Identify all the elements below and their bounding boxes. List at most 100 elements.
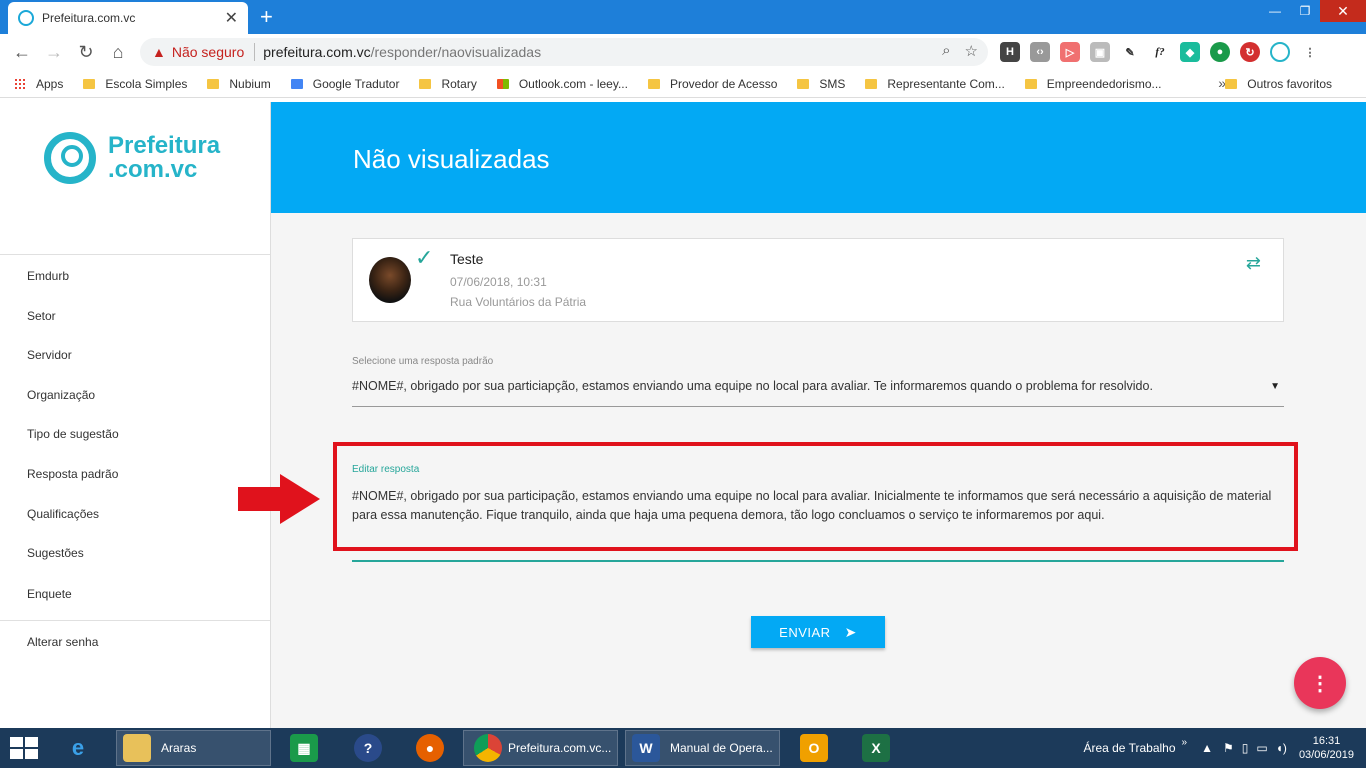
- sidebar-item-tipo-sugestao[interactable]: Tipo de sugestão: [27, 427, 119, 441]
- browser-toolbar: ← → ↻ ⌂ ▲ Não seguro prefeitura.com.vc /…: [0, 34, 1366, 70]
- extension-cast-icon[interactable]: ▷: [1060, 42, 1080, 62]
- send-button[interactable]: ENVIAR ➤: [751, 616, 885, 648]
- divider: [0, 620, 270, 621]
- folder-icon: [1225, 79, 1238, 89]
- page-title: Não visualizadas: [353, 144, 550, 174]
- extension-badge-icon[interactable]: ●: [1210, 42, 1230, 62]
- bookmark-item[interactable]: Google Tradutor: [290, 77, 399, 91]
- volume-icon[interactable]: ◖): [1276, 741, 1287, 755]
- send-icon: ➤: [844, 623, 857, 640]
- extension-circle-icon[interactable]: [1270, 42, 1290, 62]
- extension-h-icon[interactable]: H: [1000, 42, 1020, 62]
- other-bookmarks[interactable]: Outros favoritos: [1225, 77, 1332, 91]
- system-tray: Área de Trabalho » ▲ ⚑ ▯ ▭ ◖) 16:31 03/0…: [1083, 728, 1354, 768]
- sidebar-item-emdurb[interactable]: Emdurb: [27, 269, 69, 283]
- excel-icon[interactable]: X: [862, 730, 890, 766]
- sidebar-item-resposta-padrao[interactable]: Resposta padrão: [27, 467, 118, 481]
- taskbar-item-chrome[interactable]: Prefeitura.com.vc...: [463, 730, 618, 766]
- folder-icon: [83, 78, 96, 89]
- windows-start-icon[interactable]: [10, 737, 38, 759]
- bookmarks-bar: Apps Escola Simples Nubium Google Tradut…: [0, 70, 1366, 98]
- bookmark-item[interactable]: Empreendedorismo...: [1024, 77, 1162, 91]
- menu-icon[interactable]: ⋮: [1300, 42, 1320, 62]
- zoom-icon[interactable]: ⌕: [942, 42, 950, 60]
- folder-icon: [647, 78, 660, 89]
- bookmark-item[interactable]: Rotary: [419, 77, 477, 91]
- help-icon[interactable]: ?: [354, 730, 382, 766]
- site-favicon-icon: [18, 10, 34, 26]
- avatar: [369, 257, 411, 303]
- extension-shield-icon[interactable]: ◆: [1180, 42, 1200, 62]
- url-host: prefeitura.com.vc: [263, 44, 371, 60]
- sidebar-item-sugestoes[interactable]: Sugestões: [27, 546, 84, 560]
- bookmark-item[interactable]: Nubium: [207, 77, 271, 91]
- browser-tabstrip: Prefeitura.com.vc ✕ + — ❐ ✕: [0, 0, 1366, 34]
- folder-icon: [1024, 78, 1037, 89]
- flag-icon[interactable]: ⚑: [1223, 741, 1234, 755]
- tray-arrow-icon[interactable]: ▲: [1201, 741, 1213, 755]
- app-logo[interactable]: Prefeitura .com.vc: [44, 132, 220, 184]
- firefox-icon[interactable]: ●: [416, 730, 444, 766]
- store-icon[interactable]: ▦: [290, 730, 318, 766]
- swap-icon[interactable]: ⇄: [1246, 253, 1261, 274]
- card-title: Teste: [450, 251, 484, 267]
- folder-icon: [123, 734, 151, 762]
- tab-title: Prefeitura.com.vc: [42, 11, 136, 25]
- bookmark-item[interactable]: Apps: [14, 77, 63, 91]
- internet-explorer-icon[interactable]: e: [64, 730, 92, 766]
- sidebar-item-servidor[interactable]: Servidor: [27, 348, 72, 362]
- card-address: Rua Voluntários da Pátria: [450, 295, 587, 309]
- forward-icon[interactable]: →: [38, 42, 70, 63]
- sidebar-item-setor[interactable]: Setor: [27, 309, 56, 323]
- new-tab-button[interactable]: +: [260, 4, 273, 30]
- bookmark-item[interactable]: Escola Simples: [83, 77, 187, 91]
- outlook-icon[interactable]: O: [800, 730, 828, 766]
- extension-sync-icon[interactable]: ↻: [1240, 42, 1260, 62]
- fab-menu-button[interactable]: ⋮: [1294, 657, 1346, 709]
- default-response-select[interactable]: #NOME#, obrigado por sua particiapção, e…: [352, 379, 1284, 407]
- extension-video-icon[interactable]: ▣: [1090, 42, 1110, 62]
- minimize-icon[interactable]: —: [1260, 0, 1290, 22]
- clock[interactable]: 16:31 03/06/2019: [1299, 734, 1354, 762]
- check-icon: ✓: [415, 245, 434, 270]
- address-bar[interactable]: ▲ Não seguro prefeitura.com.vc /responde…: [140, 38, 988, 66]
- network-icon[interactable]: ▭: [1256, 741, 1267, 755]
- warning-icon: ▲: [152, 44, 166, 60]
- edit-response-textarea[interactable]: #NOME#, obrigado por sua participação, e…: [352, 487, 1284, 525]
- desktop-label[interactable]: Área de Trabalho: [1083, 741, 1175, 755]
- browser-tab[interactable]: Prefeitura.com.vc ✕: [8, 2, 248, 34]
- chrome-icon: [474, 734, 502, 762]
- back-icon[interactable]: ←: [6, 42, 38, 63]
- bookmark-item[interactable]: Provedor de Acesso: [647, 77, 777, 91]
- sidebar-item-qualificacoes[interactable]: Qualificações: [27, 507, 99, 521]
- logo-icon: [44, 132, 96, 184]
- sidebar-item-enquete[interactable]: Enquete: [27, 587, 72, 601]
- chevron-icon[interactable]: »: [1182, 737, 1188, 748]
- select-value: #NOME#, obrigado por sua particiapção, e…: [352, 379, 1153, 393]
- send-label: ENVIAR: [779, 624, 831, 640]
- select-label: Selecione uma resposta padrão: [352, 356, 494, 367]
- home-icon[interactable]: ⌂: [102, 42, 134, 63]
- apps-icon: [14, 77, 26, 90]
- restore-icon[interactable]: ❐: [1290, 0, 1320, 22]
- suggestion-card[interactable]: ✓ Teste 07/06/2018, 10:31 Rua Voluntário…: [352, 238, 1284, 322]
- extension-fonts-icon[interactable]: f?: [1150, 42, 1170, 62]
- bookmark-item[interactable]: Outlook.com - leey...: [496, 77, 628, 91]
- logo-line-2: .com.vc: [108, 156, 198, 183]
- extension-eyedropper-icon[interactable]: ✎: [1120, 42, 1140, 62]
- extension-code-icon[interactable]: ‹›: [1030, 42, 1050, 62]
- sidebar: Prefeitura .com.vc Emdurb Setor Servidor…: [0, 102, 271, 728]
- battery-icon[interactable]: ▯: [1242, 741, 1249, 755]
- close-window-icon[interactable]: ✕: [1320, 0, 1366, 22]
- reload-icon[interactable]: ↻: [70, 42, 102, 63]
- bookmark-item[interactable]: Representante Com...: [865, 77, 1005, 91]
- sidebar-item-organizacao[interactable]: Organização: [27, 388, 95, 402]
- textarea-underline: [352, 560, 1284, 562]
- taskbar-item-word[interactable]: W Manual de Opera...: [625, 730, 780, 766]
- bookmark-star-icon[interactable]: ☆: [965, 42, 978, 60]
- taskbar-item-araras[interactable]: Araras: [116, 730, 271, 766]
- bookmark-item[interactable]: SMS: [797, 77, 845, 91]
- close-tab-icon[interactable]: ✕: [225, 8, 238, 28]
- word-icon: W: [632, 734, 660, 762]
- sidebar-item-alterar-senha[interactable]: Alterar senha: [27, 635, 98, 649]
